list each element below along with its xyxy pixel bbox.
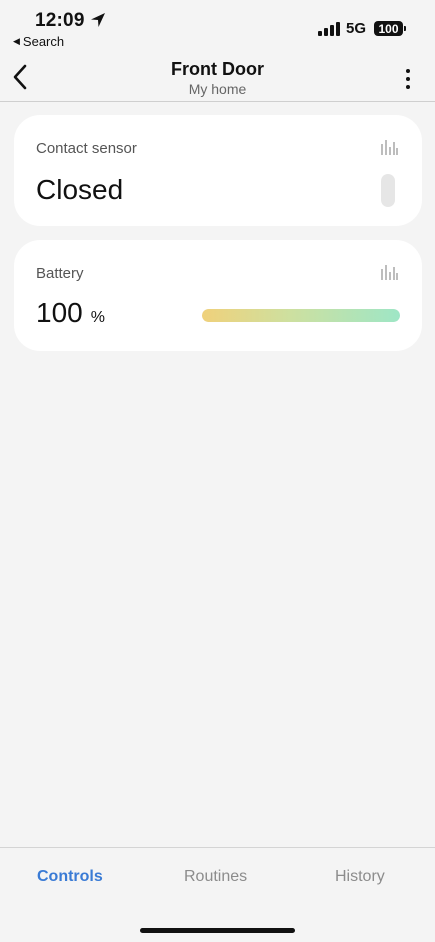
more-dot-icon	[406, 69, 410, 73]
battery-nub	[404, 26, 406, 31]
nav-header: Front Door My home	[0, 52, 435, 102]
page-subtitle: My home	[188, 81, 247, 97]
contact-state-indicator	[381, 174, 395, 207]
home-indicator	[140, 928, 295, 933]
tab-history[interactable]: History	[335, 868, 385, 886]
contact-sensor-card[interactable]: Contact sensor Closed	[14, 115, 422, 226]
history-chart-icon[interactable]	[381, 264, 398, 280]
battery-unit: %	[90, 309, 105, 326]
tab-routines[interactable]: Routines	[184, 868, 247, 886]
history-chart-icon[interactable]	[381, 139, 398, 155]
tab-controls[interactable]: Controls	[37, 868, 103, 886]
back-triangle-icon: ◀	[13, 36, 20, 46]
battery-card[interactable]: Battery 100 %	[14, 240, 422, 351]
battery-level-bar	[202, 309, 400, 322]
location-arrow-icon	[91, 13, 105, 27]
page-title: Front Door	[171, 59, 264, 79]
more-options-button[interactable]	[396, 64, 420, 94]
bottom-tab-bar: Controls Routines History	[0, 847, 435, 942]
network-type: 5G	[346, 20, 367, 37]
battery-label: Battery	[36, 265, 84, 282]
contact-sensor-label: Contact sensor	[36, 140, 137, 157]
status-bar: 12:09 ◀ Search 5G 100	[0, 0, 435, 52]
back-to-app-link[interactable]: ◀ Search	[13, 34, 64, 49]
battery-level-fill	[202, 309, 400, 322]
more-dot-icon	[406, 85, 410, 89]
cellular-signal-icon	[318, 22, 340, 36]
battery-status-icon: 100	[374, 21, 403, 36]
contact-sensor-status: Closed	[36, 174, 124, 205]
status-time: 12:09	[35, 10, 85, 31]
battery-percent-value: 100	[36, 297, 83, 328]
more-dot-icon	[406, 77, 410, 81]
back-app-label: Search	[22, 34, 65, 49]
battery-value: 100 %	[36, 297, 105, 329]
